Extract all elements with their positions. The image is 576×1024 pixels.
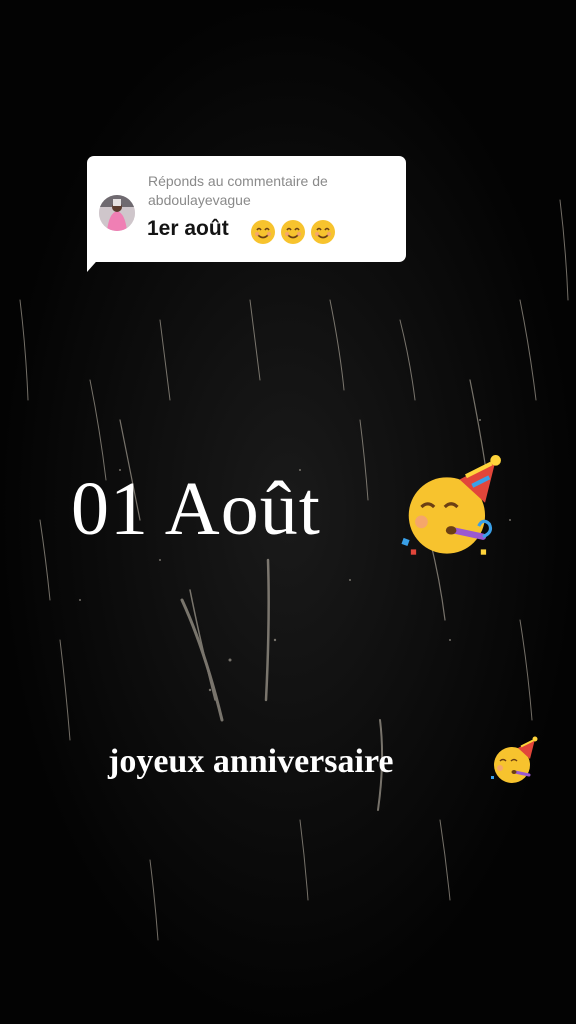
date-title: 01 Août	[71, 467, 321, 551]
birthday-wish: joyeux anniversaire	[108, 743, 394, 780]
bubble-tail	[87, 254, 103, 272]
smiling-faces-icon-group	[251, 220, 335, 244]
reply-comment-bubble[interactable]: Réponds au commentaire de abdoulayevague…	[87, 156, 406, 262]
commenter-username[interactable]: abdoulayevague	[148, 192, 251, 208]
partying-face-icon	[401, 455, 501, 555]
partying-face-icon	[491, 736, 538, 783]
avatar-image	[99, 195, 135, 231]
smiling-face-icon	[251, 220, 275, 244]
smiling-face-icon	[311, 220, 335, 244]
comment-text: 1er août	[147, 217, 229, 240]
reply-label: Réponds au commentaire de	[148, 173, 328, 189]
commenter-avatar[interactable]	[99, 195, 135, 231]
smiling-face-icon	[281, 220, 305, 244]
